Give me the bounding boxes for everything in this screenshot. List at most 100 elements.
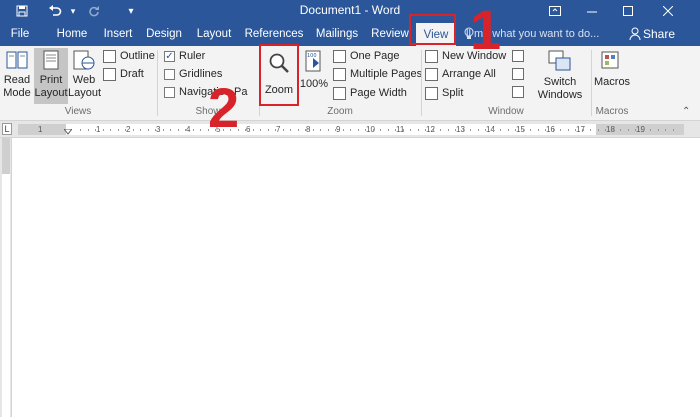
page-width-button[interactable]: Page Width	[333, 84, 407, 102]
tab-layout[interactable]: Layout	[194, 22, 234, 46]
ruler-minor-tick	[508, 129, 509, 131]
vertical-ruler[interactable]	[0, 138, 12, 417]
right-indent-marker[interactable]	[590, 131, 602, 145]
tab-references[interactable]: References	[244, 22, 304, 46]
ruler-minor-tick	[433, 129, 434, 131]
ruler-minor-tick	[635, 129, 636, 131]
outline-icon	[103, 49, 116, 63]
hanging-indent-marker[interactable]	[62, 131, 74, 145]
synchronous-scrolling-icon[interactable]	[512, 68, 528, 84]
views-group-label: Views	[64, 106, 92, 117]
horizontal-ruler[interactable]: L 1 1 2 3 4 5 6 7 8 9 10 11 12 13 14 15 16 17 18 19	[0, 121, 700, 145]
ruler-minor-tick	[500, 129, 501, 131]
tab-design[interactable]: Design	[144, 22, 184, 46]
ruler-minor-tick	[275, 129, 276, 131]
multiple-pages-label: Multiple Pages	[350, 68, 423, 80]
split-label: Split	[442, 87, 464, 99]
read-mode-icon	[6, 51, 28, 69]
ruler-minor-tick	[448, 129, 449, 131]
ruler-minor-tick	[380, 129, 381, 131]
ruler-tick-label: 1	[38, 125, 43, 134]
document-canvas[interactable]	[12, 138, 700, 417]
ruler-minor-tick	[200, 129, 201, 131]
web-layout-label: Web Layout	[68, 74, 102, 99]
step-2-label: 2	[208, 76, 240, 139]
arrange-all-button[interactable]: Arrange All	[425, 65, 496, 83]
ribbon-display-icon[interactable]	[548, 0, 562, 22]
reset-window-position-icon[interactable]	[512, 86, 528, 102]
page-width-icon	[333, 86, 346, 100]
minimize-icon[interactable]	[584, 0, 600, 22]
print-layout-icon	[43, 50, 59, 70]
macros-icon	[601, 51, 619, 69]
ruler-minor-tick	[88, 129, 89, 131]
read-mode-button[interactable]: Read Mode	[2, 50, 32, 100]
tab-review[interactable]: Review	[368, 22, 412, 46]
one-page-button[interactable]: One Page	[333, 47, 400, 65]
ruler-minor-tick	[80, 129, 81, 131]
ribbon: Read Mode Print Layout Web Layout Outlin…	[0, 46, 700, 121]
ruler-minor-tick	[95, 129, 96, 131]
view-side-by-side-icon[interactable]	[512, 50, 528, 66]
outline-button[interactable]: Outline	[103, 47, 155, 65]
ruler-minor-tick	[320, 129, 321, 131]
outline-label: Outline	[120, 50, 155, 62]
switch-windows-button[interactable]: Switch Windows	[532, 50, 588, 102]
ruler-minor-tick	[418, 129, 419, 131]
ruler-minor-tick	[358, 129, 359, 131]
read-mode-label: Read Mode	[3, 74, 31, 99]
tab-file[interactable]: File	[6, 22, 34, 46]
tab-mailings[interactable]: Mailings	[312, 22, 362, 46]
ruler-minor-tick	[290, 129, 291, 131]
ruler-minor-tick	[185, 129, 186, 131]
ruler-minor-tick	[313, 129, 314, 131]
draft-button[interactable]: Draft	[103, 65, 144, 83]
ruler-minor-tick	[658, 129, 659, 131]
ruler-minor-tick	[118, 129, 119, 131]
ruler-minor-tick	[343, 129, 344, 131]
ruler-minor-tick	[575, 129, 576, 131]
tab-selector-icon[interactable]: L	[2, 123, 12, 135]
multiple-pages-button[interactable]: Multiple Pages	[333, 65, 422, 83]
ruler-minor-tick	[523, 129, 524, 131]
zoom-100-label: 100%	[299, 78, 329, 90]
page-width-label: Page Width	[350, 87, 407, 99]
collapse-ribbon-icon[interactable]: ⌃	[682, 106, 696, 118]
print-layout-button[interactable]: Print Layout	[34, 48, 68, 104]
arrange-all-label: Arrange All	[442, 68, 496, 80]
ruler-minor-tick	[598, 129, 599, 131]
web-layout-button[interactable]: Web Layout	[68, 50, 102, 100]
ruler-minor-tick	[605, 129, 606, 131]
tab-home[interactable]: Home	[52, 22, 92, 46]
draft-label: Draft	[120, 68, 144, 80]
close-icon[interactable]	[660, 0, 676, 22]
ribbon-tabs: File Home Insert Design Layout Reference…	[0, 22, 700, 46]
macros-button[interactable]: Macros	[594, 50, 630, 89]
tab-insert[interactable]: Insert	[100, 22, 136, 46]
person-icon	[629, 27, 641, 41]
navigation-check-icon	[164, 86, 175, 98]
ruler-minor-tick	[425, 129, 426, 131]
ruler-minor-tick	[298, 129, 299, 131]
split-button[interactable]: Split	[425, 84, 463, 102]
ruler-minor-tick	[155, 129, 156, 131]
step-1-label: 1	[470, 0, 502, 61]
ruler-checkbox[interactable]: ✓ Ruler	[164, 47, 205, 65]
ruler-minor-tick	[560, 129, 561, 131]
maximize-icon[interactable]	[620, 0, 636, 22]
ruler-minor-tick	[493, 129, 494, 131]
ruler-minor-tick	[178, 129, 179, 131]
ruler-tick-label: 3	[156, 125, 161, 134]
switch-windows-label: Switch Windows	[537, 76, 583, 101]
ruler-minor-tick	[643, 129, 644, 131]
ruler-minor-tick	[515, 129, 516, 131]
first-line-indent-marker[interactable]	[62, 122, 74, 135]
ruler-minor-tick	[650, 129, 651, 131]
vertical-ruler-top-margin	[2, 138, 10, 174]
zoom-group-label: Zoom	[327, 106, 353, 117]
ruler-tick-label: 1	[96, 125, 101, 134]
title-bar: ▾ ▾ Document1 - Word	[0, 0, 700, 22]
share-button[interactable]: Share	[643, 22, 675, 46]
zoom-100-button[interactable]: 100 100%	[298, 50, 330, 91]
draft-icon	[103, 67, 116, 81]
